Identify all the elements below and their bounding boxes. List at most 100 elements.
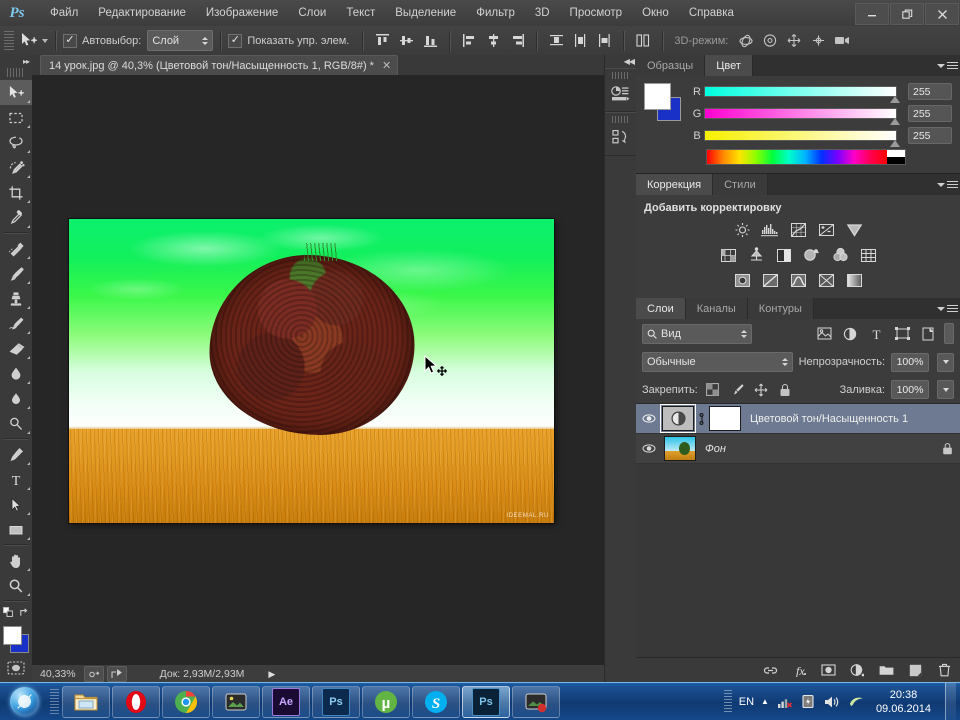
distribute-vertical-centers-button[interactable] [569, 31, 591, 51]
menu-layers[interactable]: Слои [288, 0, 336, 26]
tool-blur[interactable] [0, 386, 32, 411]
menu-filter[interactable]: Фильтр [466, 0, 525, 26]
tool-zoom[interactable] [0, 573, 32, 598]
tool-rectangular-marquee[interactable] [0, 105, 32, 130]
layers-panel-menu-button[interactable] [936, 302, 958, 315]
minimize-button[interactable] [855, 3, 889, 25]
filter-shape-icon[interactable] [892, 325, 912, 343]
taskbar-skype[interactable]: S [412, 685, 460, 718]
taskbar-photoshop-running[interactable]: Ps [462, 685, 510, 718]
layer-thumbnails-adjustment[interactable] [660, 404, 741, 433]
tool-path-selection[interactable] [0, 492, 32, 517]
tool-quick-selection[interactable] [0, 155, 32, 180]
language-indicator[interactable]: EN [739, 696, 754, 708]
filter-pixel-icon[interactable] [814, 325, 834, 343]
tool-move[interactable] [0, 80, 32, 105]
channel-mixer-icon[interactable] [831, 246, 850, 264]
show-transform-controls-checkbox[interactable] [228, 33, 243, 48]
menu-3d[interactable]: 3D [525, 0, 560, 26]
posterize-icon[interactable] [761, 271, 780, 289]
taskbar-windows-explorer[interactable] [62, 685, 110, 718]
curves-icon[interactable] [789, 221, 808, 239]
tool-eyedropper[interactable] [0, 205, 32, 230]
channel-value-r[interactable]: 255 [908, 83, 952, 100]
tab-channels[interactable]: Каналы [685, 298, 748, 319]
adjustments-panel-menu-button[interactable] [936, 178, 958, 191]
background-layer-thumbnail[interactable] [664, 436, 696, 461]
history-panel-icon[interactable] [605, 125, 637, 151]
tab-paths[interactable]: Контуры [747, 298, 814, 319]
share-status-icon[interactable] [106, 666, 127, 682]
volume-icon[interactable] [824, 693, 841, 710]
adjustment-layer-thumbnail[interactable] [660, 404, 696, 433]
menu-select[interactable]: Выделение [385, 0, 466, 26]
align-right-edges-button[interactable] [506, 31, 528, 51]
taskbar-photoshop-pinned[interactable]: Ps [312, 685, 360, 718]
tool-pen[interactable] [0, 442, 32, 467]
zoom-level[interactable]: 40,33% [32, 668, 84, 680]
lock-position-icon[interactable] [752, 382, 770, 398]
blend-mode-select[interactable]: Обычные [642, 352, 793, 372]
filter-toggle-switch[interactable] [944, 323, 954, 344]
layer-mask-thumbnail[interactable] [709, 406, 741, 431]
channel-slider-r[interactable] [704, 86, 900, 103]
color-balance-icon[interactable] [747, 246, 766, 264]
photo-filter-icon[interactable] [803, 246, 822, 264]
canvas-area[interactable]: IDEEMAL.RU [32, 75, 604, 675]
menu-edit[interactable]: Редактирование [88, 0, 196, 26]
layer-thumbnails-background[interactable] [664, 436, 696, 461]
tool-dodge[interactable] [0, 411, 32, 436]
tool-gradient[interactable] [0, 361, 32, 386]
tool-rectangle[interactable] [0, 517, 32, 542]
fill-value[interactable]: 100% [891, 380, 929, 399]
taskbar-chrome[interactable] [162, 685, 210, 718]
pan-3d-button[interactable] [783, 31, 805, 51]
camera-raw-status-icon[interactable] [83, 666, 104, 682]
default-colors-icon[interactable] [2, 606, 14, 618]
distribute-top-edges-button[interactable] [545, 31, 567, 51]
tab-adjustments[interactable]: Коррекция [636, 174, 714, 195]
layer-visibility-toggle-background[interactable] [636, 443, 662, 454]
tool-hand[interactable] [0, 548, 32, 573]
exposure-icon[interactable] [817, 221, 836, 239]
filter-smart-object-icon[interactable] [918, 325, 938, 343]
channel-value-b[interactable]: 255 [908, 127, 952, 144]
nvidia-icon[interactable] [848, 693, 865, 710]
roll-3d-button[interactable] [759, 31, 781, 51]
color-swatches[interactable] [0, 623, 32, 657]
gradient-map-icon[interactable] [845, 271, 864, 289]
close-button[interactable] [925, 3, 959, 25]
slide-3d-button[interactable] [807, 31, 829, 51]
align-bottom-edges-button[interactable] [419, 31, 441, 51]
layer-name-background[interactable]: Фон [696, 443, 934, 455]
options-bar-grip[interactable] [4, 30, 14, 51]
channel-slider-b[interactable] [704, 130, 900, 147]
lock-all-icon[interactable] [776, 382, 794, 398]
menu-window[interactable]: Окно [632, 0, 679, 26]
status-bar-menu-arrow-icon[interactable]: ▶ [268, 669, 275, 680]
menu-type[interactable]: Текст [336, 0, 385, 26]
vibrance-icon[interactable] [845, 221, 864, 239]
layer-row-adjustment[interactable]: Цветовой тон/Насыщенность 1 [636, 404, 960, 434]
show-desktop-button[interactable] [945, 683, 956, 720]
tab-styles[interactable]: Стили [713, 174, 768, 195]
link-layers-icon[interactable] [762, 662, 778, 678]
toolbox-grip[interactable] [7, 68, 25, 77]
tool-eraser[interactable] [0, 336, 32, 361]
taskbar-picture-viewer[interactable] [212, 685, 260, 718]
black-white-icon[interactable] [775, 246, 794, 264]
color-spectrum-ramp[interactable] [706, 149, 906, 165]
rotate-3d-button[interactable] [735, 31, 757, 51]
new-layer-icon[interactable] [907, 662, 923, 678]
lock-transparent-pixels-icon[interactable] [704, 382, 722, 398]
dock-grip-1[interactable] [612, 72, 630, 79]
swap-colors-icon[interactable] [19, 607, 30, 618]
menu-view[interactable]: Просмотр [560, 0, 633, 26]
foreground-color-swatch[interactable] [3, 626, 22, 645]
tool-spot-healing-brush[interactable] [0, 236, 32, 261]
align-horizontal-centers-button[interactable] [482, 31, 504, 51]
taskbar-clock[interactable]: 20:38 09.06.2014 [872, 688, 935, 716]
color-panel-swatches[interactable] [644, 83, 684, 123]
filter-type-icon[interactable]: T [866, 325, 886, 343]
tab-swatches[interactable]: Образцы [636, 55, 706, 76]
